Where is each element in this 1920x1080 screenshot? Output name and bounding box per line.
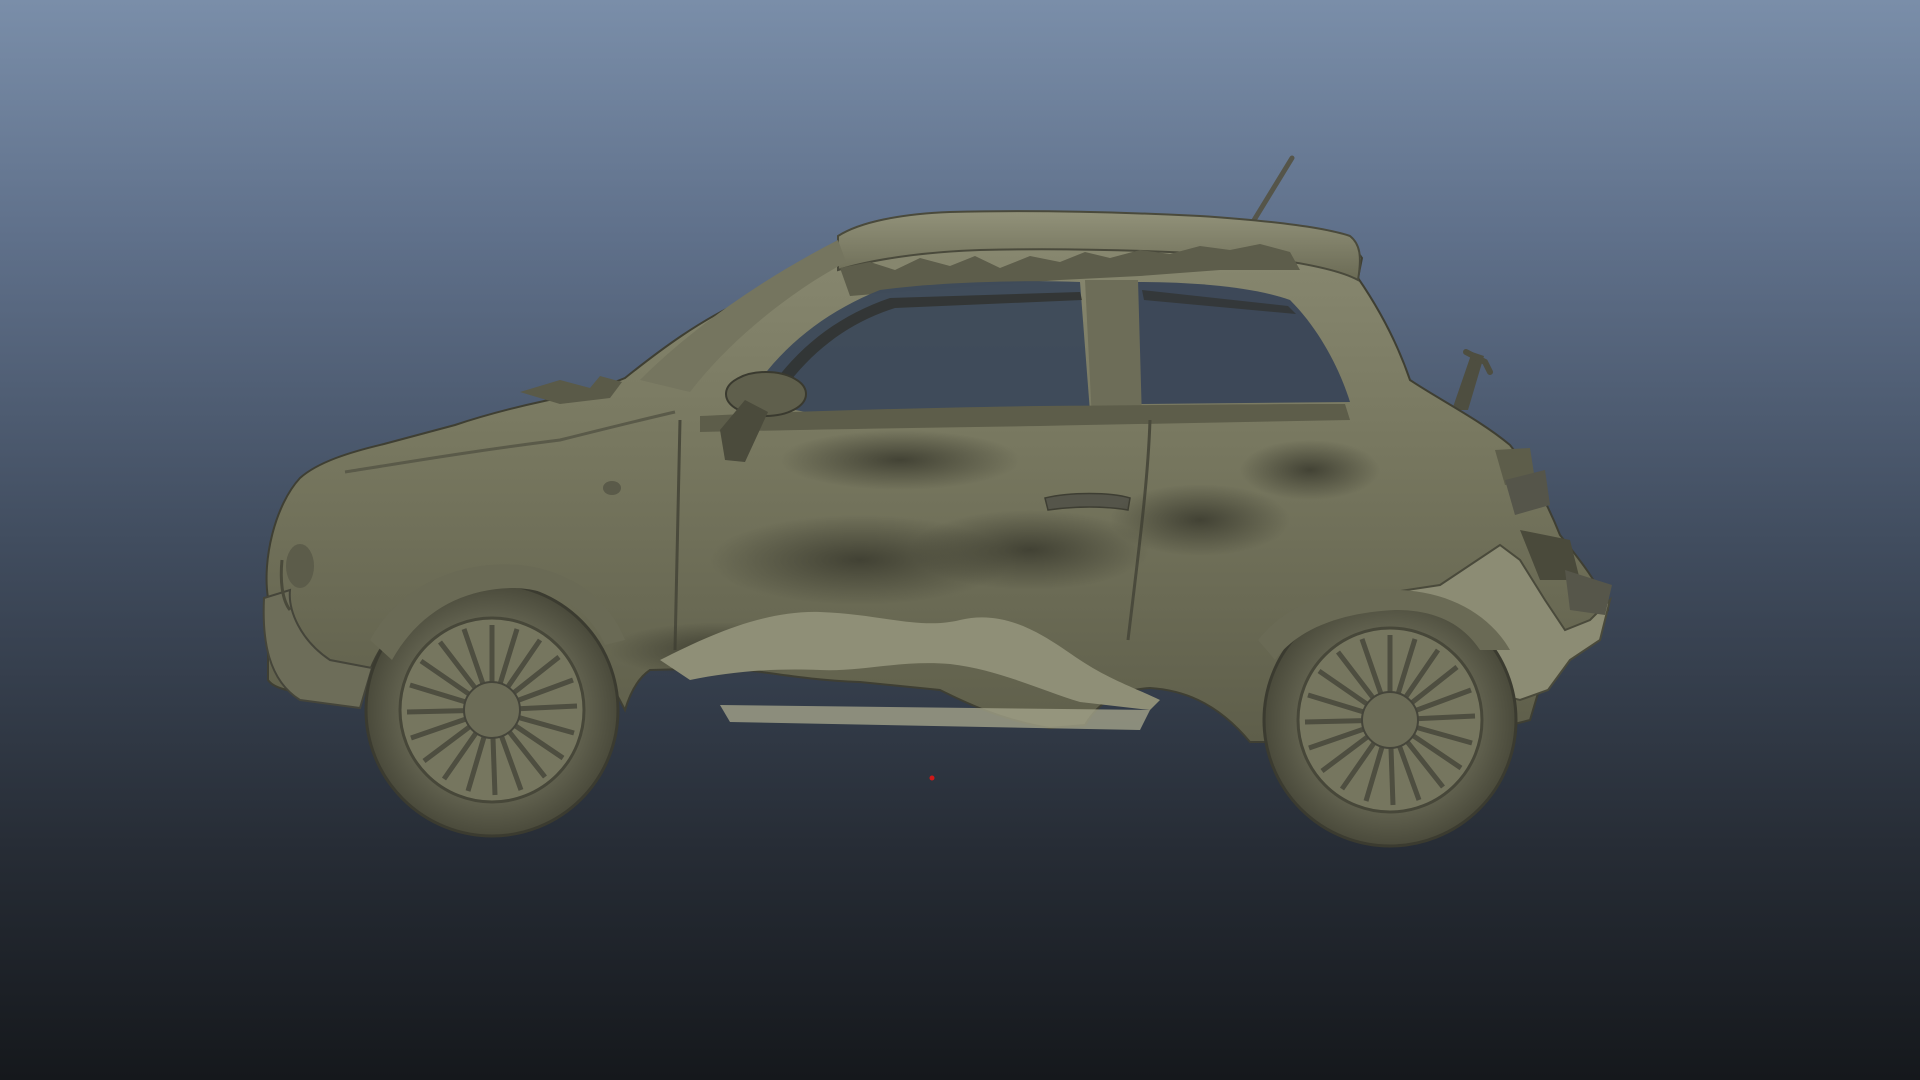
dent-shadow (1240, 440, 1380, 500)
viewport-scene[interactable] (0, 0, 1920, 1080)
side-marker (603, 481, 621, 495)
b-pillar (1085, 280, 1142, 420)
3d-viewport[interactable] (0, 0, 1920, 1080)
damaged-car-model-icon[interactable] (262, 155, 1612, 848)
fog-light (286, 544, 314, 588)
dent-shadow (1110, 484, 1290, 556)
antenna (1245, 155, 1295, 233)
dent-shadow (780, 430, 1020, 490)
origin-marker (929, 775, 935, 781)
